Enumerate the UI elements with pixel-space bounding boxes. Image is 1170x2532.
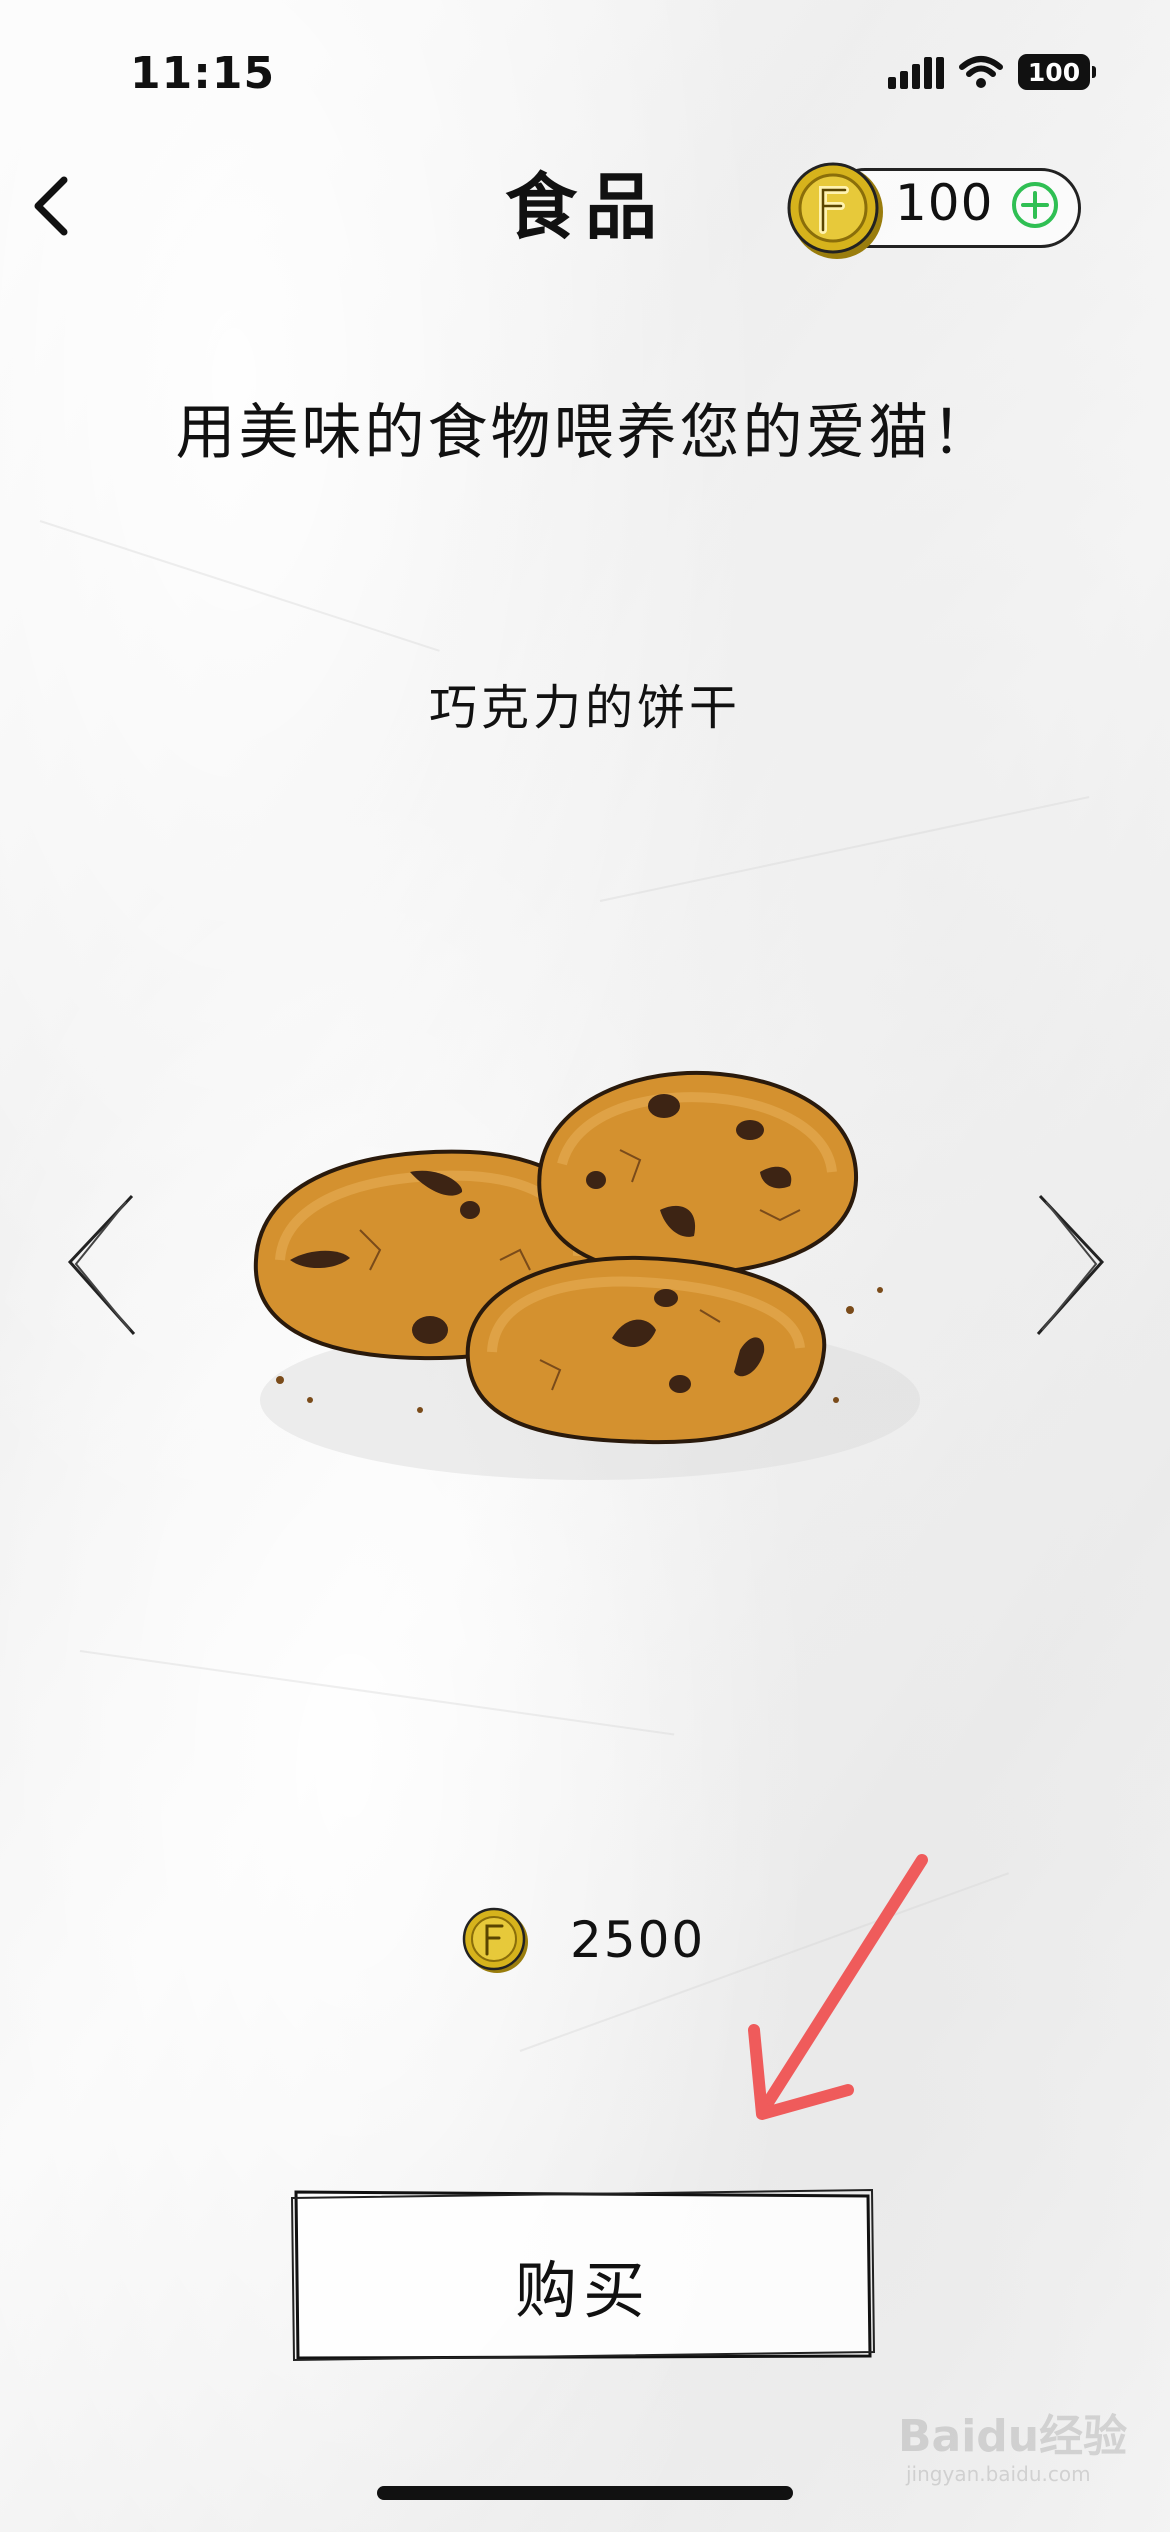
page-subtitle: 用美味的食物喂养您的爱猫！ [175,398,995,468]
buy-button-label: 购买 [514,2254,651,2327]
previous-item-button[interactable] [62,1190,142,1340]
add-coins-button[interactable] [1010,180,1060,230]
annotation-arrow-icon [748,1854,928,2120]
chevron-left-icon [67,1194,136,1335]
price-value: 2500 [570,1911,706,1969]
next-item-button[interactable] [1030,1190,1110,1340]
baidu-watermark: Baidu经验 jingyan.baidu.com [898,2400,1128,2500]
coin-icon [462,1907,528,1973]
buy-button[interactable]: 购买 [290,2188,876,2363]
item-price: 2500 [460,1905,705,1975]
plus-circle-icon [1012,182,1058,228]
paper-crease [599,796,1090,902]
battery-level: 100 [1027,57,1081,87]
paper-crease [79,1650,675,1736]
watermark-text: Baidu经验 [898,2411,1128,2462]
watermark-url: jingyan.baidu.com [906,2462,1091,2486]
coin-balance-amount: 100 [895,174,994,232]
battery-icon: 100 [1018,54,1096,90]
home-indicator[interactable] [377,2486,793,2500]
item-name: 巧克力的饼干 [428,680,741,736]
wifi-icon [959,56,1003,88]
chevron-right-icon [1036,1194,1105,1335]
cellular-signal-icon [888,55,944,89]
paper-crease [39,520,440,652]
chocolate-cookies-image [253,1070,920,1480]
coin-icon [787,162,883,259]
coin-balance: 100 [785,160,1085,259]
status-icons: 100 [888,54,1096,90]
status-time: 11:15 [130,48,276,99]
